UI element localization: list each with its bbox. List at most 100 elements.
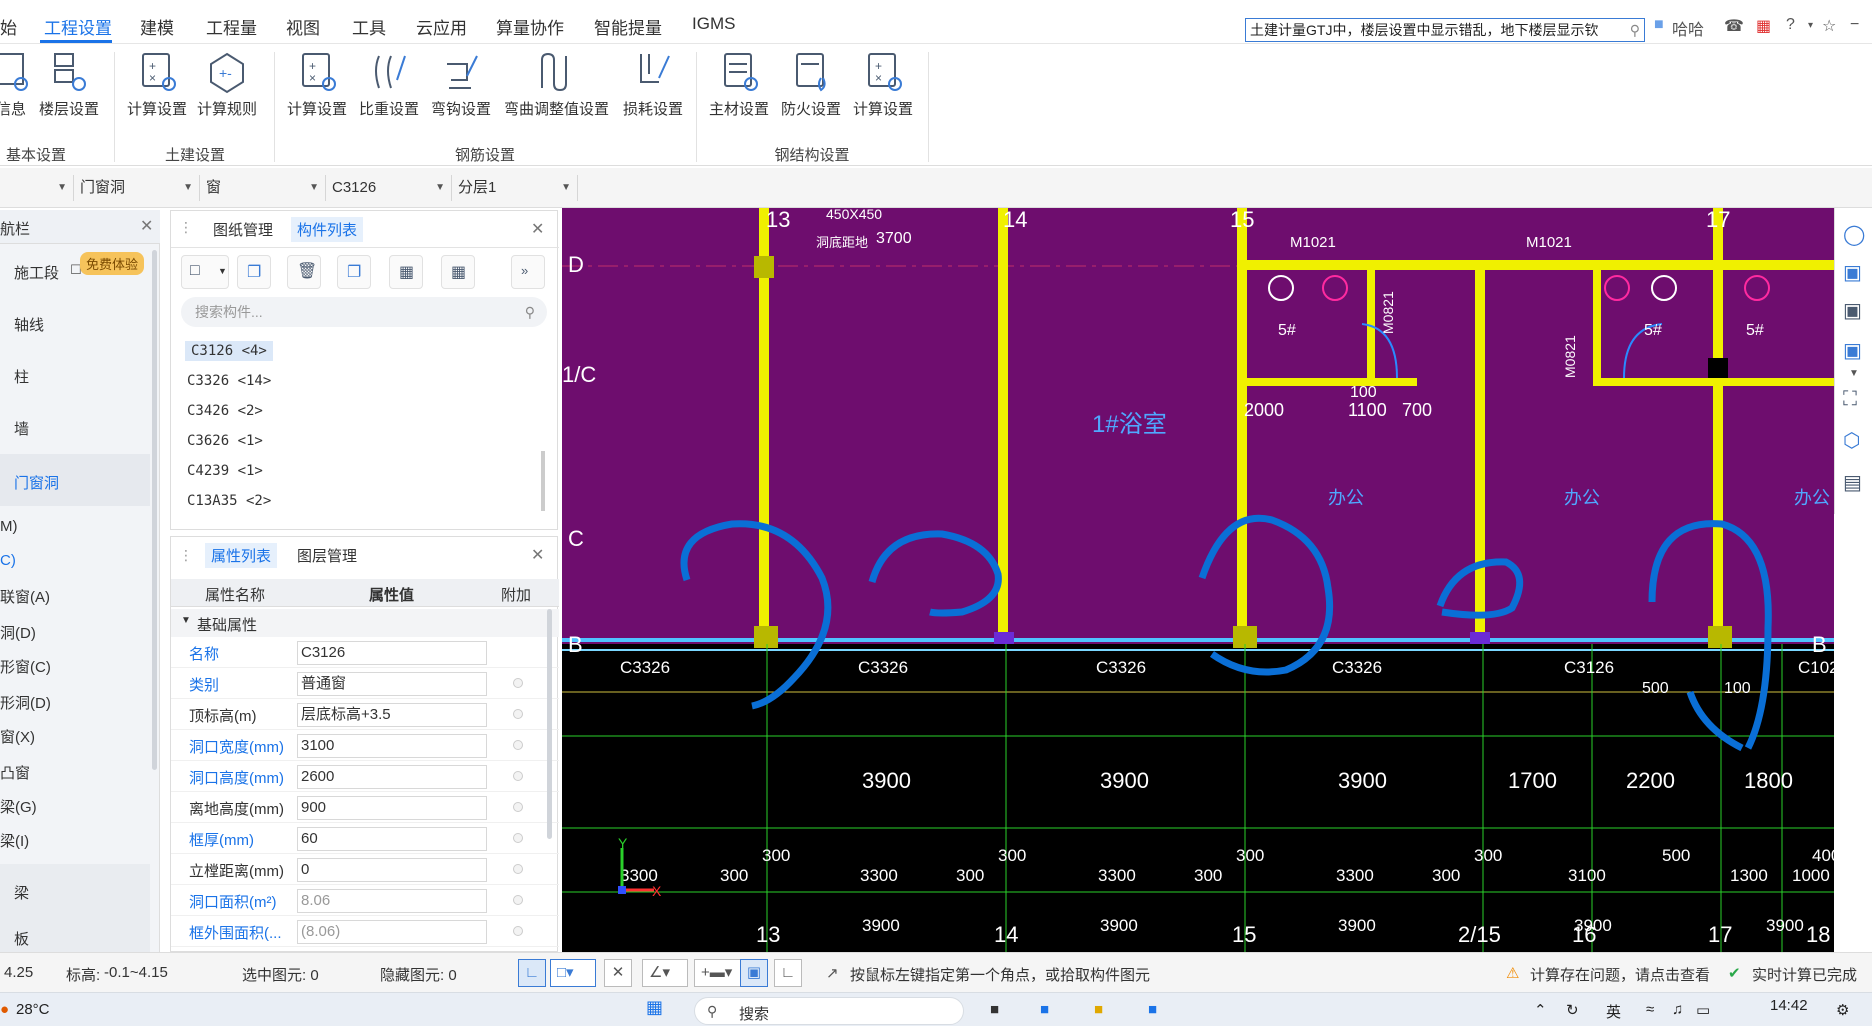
- angle-icon[interactable]: ∠▾: [642, 959, 688, 987]
- menu-igms[interactable]: IGMS: [692, 14, 735, 34]
- 3d-view-icon[interactable]: ▣: [1843, 260, 1862, 285]
- menu-modeling[interactable]: 建模: [140, 14, 174, 39]
- new-component-button[interactable]: □ ▼: [181, 255, 229, 289]
- nav-item-construction-section[interactable]: 施工段: [14, 262, 59, 283]
- help-search-input[interactable]: 土建计量GTJ中，楼层设置中显示错乱，地下楼层显示钦 ⚲: [1245, 18, 1645, 42]
- property-value-input[interactable]: (8.06): [297, 920, 487, 944]
- minimize-icon[interactable]: −: [1850, 16, 1859, 34]
- nav-item-door-window[interactable]: 门窗洞: [14, 472, 59, 493]
- nav-item-slab[interactable]: 板: [14, 928, 29, 949]
- property-value-input[interactable]: 900: [297, 796, 487, 820]
- drag-handle-icon[interactable]: ⋮: [179, 547, 193, 564]
- hook-settings-button[interactable]: 弯钩设置: [424, 50, 498, 119]
- menu-start[interactable]: 始: [0, 14, 17, 39]
- orbit-icon[interactable]: ◯: [1843, 222, 1865, 247]
- rebar-calc-settings-button[interactable]: + × 计算设置: [280, 50, 354, 119]
- nav-item-beam[interactable]: 梁: [14, 882, 29, 903]
- nav-item-axis[interactable]: 轴线: [14, 314, 44, 335]
- taskbar-app-icon[interactable]: ■: [1148, 1001, 1157, 1018]
- component-item[interactable]: C3626 <1>: [187, 433, 263, 449]
- attach-checkbox[interactable]: [513, 771, 523, 781]
- component-item[interactable]: C13A35 <2>: [187, 493, 271, 509]
- close-icon[interactable]: ✕: [531, 545, 544, 565]
- drawing-canvas[interactable]: 13 14 15 17 D 1/C C B B 450X450 3700 洞底距…: [562, 208, 1834, 952]
- nav-sub-door-window-combo[interactable]: 联窗(A): [0, 586, 50, 607]
- taskbar-search-input[interactable]: ⚲ 搜索: [694, 997, 964, 1025]
- menu-quantity[interactable]: 工程量: [206, 14, 257, 39]
- category-select[interactable]: 门窗洞 ▼: [76, 175, 200, 201]
- taskbar-app-icon[interactable]: ■: [990, 1001, 999, 1018]
- attach-checkbox[interactable]: [513, 864, 523, 874]
- weather-temp[interactable]: 28°C: [16, 1001, 50, 1018]
- nav-sub-opening[interactable]: 洞(D): [0, 622, 36, 643]
- more-tools-button[interactable]: »: [511, 255, 545, 289]
- cube-view-icon[interactable]: ▣: [1843, 298, 1862, 323]
- component-scrollbar[interactable]: [541, 451, 545, 511]
- tab-drawing-management[interactable]: 图纸管理: [213, 219, 273, 240]
- nav-sub-bay-window[interactable]: 凸窗: [0, 762, 30, 783]
- nav-item-column[interactable]: 柱: [14, 366, 29, 387]
- status-warning-link[interactable]: 计算存在问题，请点击查看: [1530, 964, 1710, 985]
- property-value-input[interactable]: 层底标高+3.5: [297, 703, 487, 727]
- menu-cloud[interactable]: 云应用: [416, 14, 467, 39]
- main-material-settings-button[interactable]: 主材设置: [702, 50, 776, 119]
- warning-icon[interactable]: ⚠: [1506, 964, 1519, 982]
- nav-sub-shaped-window[interactable]: 形窗(C): [0, 656, 51, 677]
- layer-select[interactable]: 分层1 ▼: [454, 175, 578, 201]
- offset-icon[interactable]: +▬▾: [694, 959, 746, 987]
- user-name[interactable]: 哈哈: [1672, 16, 1704, 40]
- taskbar-app-icon[interactable]: ■: [1040, 1001, 1049, 1018]
- tab-component-list[interactable]: 构件列表: [291, 217, 364, 242]
- properties-view-icon[interactable]: ▤: [1843, 470, 1862, 495]
- calendar-icon[interactable]: ▦: [1756, 16, 1771, 36]
- tab-properties[interactable]: 属性列表: [205, 543, 278, 568]
- box-select-icon[interactable]: ⬡: [1843, 428, 1860, 453]
- nav-item-wall[interactable]: 墙: [14, 418, 29, 439]
- input-language[interactable]: 英: [1606, 1001, 1621, 1022]
- help-icon[interactable]: ?: [1786, 16, 1795, 34]
- properties-scrollbar[interactable]: [547, 609, 552, 839]
- property-value-input[interactable]: 普通窗: [297, 672, 487, 696]
- nav-sub-window[interactable]: C): [0, 552, 16, 569]
- delete-component-button[interactable]: 🗑: [287, 255, 321, 289]
- filter-component-button[interactable]: ▦: [441, 255, 475, 289]
- save-component-button[interactable]: ▦: [389, 255, 423, 289]
- nav-sub-shaped-opening[interactable]: 形洞(D): [0, 692, 51, 713]
- folder-icon[interactable]: ■: [1094, 1001, 1103, 1018]
- help-dropdown-icon[interactable]: ▾: [1808, 20, 1813, 31]
- attach-checkbox[interactable]: [513, 895, 523, 905]
- component-select[interactable]: C3126 ▼: [328, 175, 452, 201]
- component-item[interactable]: C3126 <4>: [185, 341, 273, 361]
- fullscreen-icon[interactable]: ⛶: [1843, 388, 1857, 411]
- property-value-input[interactable]: 60: [297, 827, 487, 851]
- type-select[interactable]: 窗 ▼: [202, 175, 326, 201]
- wifi-icon[interactable]: ≈: [1646, 1001, 1654, 1018]
- notification-icon[interactable]: ⚙: [1836, 1001, 1849, 1019]
- copy-component-button[interactable]: ❐: [237, 255, 271, 289]
- duplicate-layer-button[interactable]: ❐: [337, 255, 371, 289]
- snap-toggle-icon[interactable]: □▾: [550, 959, 596, 987]
- cross-snap-icon[interactable]: ✕: [604, 959, 632, 987]
- section-basic-properties[interactable]: ▼ 基础属性: [171, 609, 559, 637]
- cad-drawing[interactable]: [562, 208, 1834, 952]
- nav-sub-window-x[interactable]: 窗(X): [0, 726, 35, 747]
- property-value-input[interactable]: 3100: [297, 734, 487, 758]
- steel-calc-settings-button[interactable]: + × 计算设置: [846, 50, 920, 119]
- property-value-input[interactable]: 0: [297, 858, 487, 882]
- attach-checkbox[interactable]: [513, 802, 523, 812]
- refresh-icon[interactable]: ↻: [1566, 1001, 1579, 1019]
- nav-sub-door[interactable]: M): [0, 518, 18, 535]
- search-icon[interactable]: ⚲: [1630, 19, 1640, 41]
- civil-calc-settings-button[interactable]: + × 计算设置: [120, 50, 194, 119]
- tab-layer-management[interactable]: 图层管理: [297, 545, 357, 566]
- attach-checkbox[interactable]: [513, 678, 523, 688]
- component-item[interactable]: C3326 <14>: [187, 373, 271, 389]
- menu-smart[interactable]: 智能提量: [594, 14, 662, 39]
- component-item[interactable]: C4239 <1>: [187, 463, 263, 479]
- menu-tools[interactable]: 工具: [352, 14, 386, 39]
- component-item[interactable]: C3426 <2>: [187, 403, 263, 419]
- free-trial-badge[interactable]: 免费体验: [80, 252, 145, 275]
- menu-collab[interactable]: 算量协作: [496, 14, 564, 39]
- layer-view-icon[interactable]: ▣: [1843, 338, 1862, 363]
- nav-sub-beam-g[interactable]: 梁(G): [0, 796, 37, 817]
